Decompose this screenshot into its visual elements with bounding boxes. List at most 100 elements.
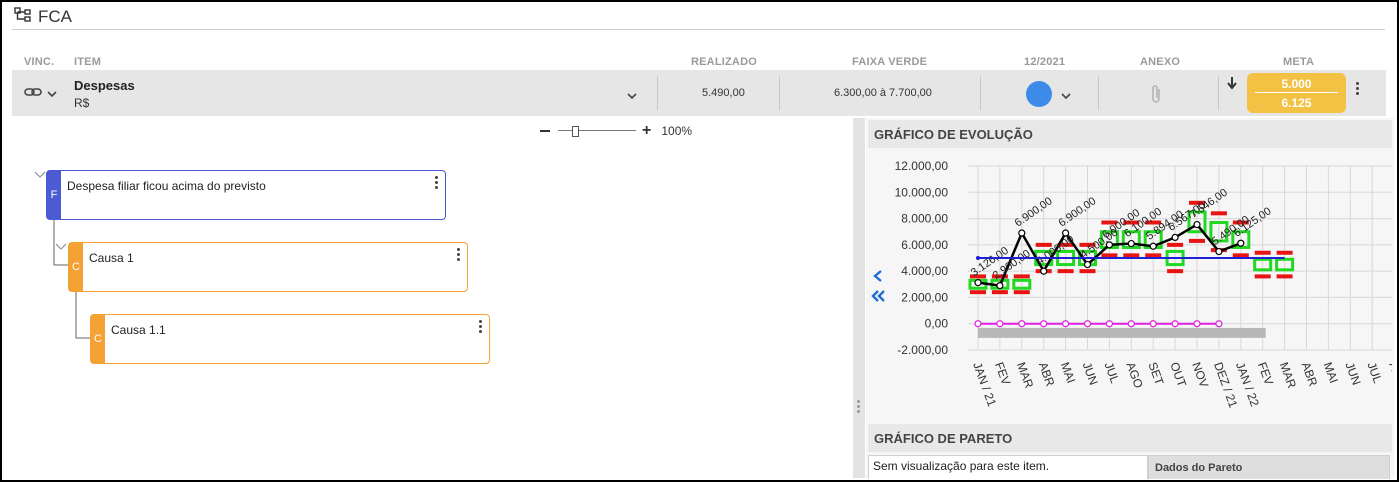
title-divider — [12, 29, 1385, 30]
node-more-icon[interactable] — [435, 176, 439, 191]
meta-target-top: 5.000 — [1281, 77, 1312, 91]
red-limit-mark — [1079, 269, 1096, 274]
row-separator — [980, 76, 981, 110]
data-point — [1237, 239, 1245, 247]
data-point — [1171, 233, 1179, 242]
data-point — [1193, 220, 1201, 229]
node-label: Causa 1.1 — [111, 323, 166, 337]
zoom-slider[interactable] — [558, 126, 636, 137]
row-separator — [657, 76, 658, 110]
data-point — [1083, 320, 1092, 328]
x-tick-label: JUL — [1364, 360, 1385, 385]
data-point — [996, 320, 1004, 328]
node-more-icon[interactable] — [457, 248, 461, 263]
pareto-data-header: Dados do Pareto — [1155, 462, 1243, 474]
red-limit-mark — [1254, 274, 1271, 279]
red-limit-mark — [1254, 250, 1271, 255]
data-point — [1062, 320, 1070, 328]
zoom-level: 100% — [661, 124, 693, 138]
y-tick-label: -2.000,00 — [897, 343, 948, 357]
item-expand-chevron-icon[interactable] — [626, 88, 638, 106]
y-tick-label: 4.000,00 — [901, 264, 948, 278]
title-bar: FCA — [14, 6, 72, 28]
red-limit-mark — [970, 290, 986, 295]
header-anexo: ANEXO — [1140, 56, 1181, 68]
row-more-icon[interactable] — [1356, 82, 1360, 97]
evolution-title: GRÁFICO DE EVOLUÇÃO — [874, 127, 1033, 142]
paperclip-icon[interactable] — [1150, 83, 1162, 110]
red-limit-mark — [1057, 269, 1074, 274]
link-icon[interactable] — [24, 85, 42, 104]
realizado-value: 5.490,00 — [702, 87, 745, 99]
chevron-down-icon[interactable] — [46, 86, 58, 104]
red-limit-mark — [1210, 211, 1227, 216]
y-tick-label: 6.000,00 — [901, 238, 948, 252]
row-separator — [779, 76, 780, 110]
splitter-handle-icon[interactable] — [857, 400, 861, 415]
data-point — [1105, 320, 1113, 328]
status-chevron-icon[interactable] — [1060, 88, 1072, 106]
item-name: Despesas — [74, 78, 135, 93]
data-point — [1193, 320, 1201, 328]
node-label: Despesa filiar ficou acima do previsto — [67, 179, 266, 193]
red-limit-mark — [1013, 290, 1030, 295]
data-point — [974, 320, 982, 328]
red-limit-mark — [1167, 269, 1184, 274]
zoom-control: + 100% — [540, 122, 692, 140]
data-point — [1149, 242, 1157, 250]
data-point — [1083, 260, 1092, 269]
red-limit-mark — [1101, 253, 1118, 258]
y-tick-label: 2.000,00 — [901, 290, 948, 304]
red-limit-mark — [1145, 253, 1162, 258]
data-point — [1018, 320, 1026, 328]
header-vinc: VINC. — [24, 56, 55, 68]
node-more-icon[interactable] — [479, 320, 483, 335]
red-limit-mark — [1276, 274, 1293, 279]
data-point — [1040, 320, 1048, 328]
tree-node-cause[interactable]: C Causa 1 — [68, 242, 468, 292]
status-indicator[interactable] — [1026, 81, 1052, 107]
pareto-title: GRÁFICO DE PARETO — [874, 431, 1013, 446]
row-separator — [1098, 76, 1099, 110]
page-title: FCA — [38, 7, 72, 26]
data-label: 6.900,00 — [1013, 195, 1055, 229]
x-tick-label: AGO — [1123, 360, 1145, 390]
header-period: 12/2021 — [1024, 56, 1066, 68]
x-tick-label: SET — [1145, 360, 1166, 387]
zoom-out-icon[interactable] — [540, 130, 550, 132]
arrow-down-icon — [1226, 76, 1238, 95]
meta-divider — [1255, 92, 1338, 93]
data-point — [1018, 229, 1026, 237]
pareto-data-panel: Dados do Pareto — [1148, 455, 1390, 479]
y-tick-label: 12.000,00 — [895, 159, 949, 173]
x-tick-label: FEV — [992, 360, 1013, 387]
header-meta: META — [1283, 56, 1315, 68]
tree-node-fact[interactable]: F Despesa filiar ficou acima do previsto — [46, 170, 446, 220]
red-limit-mark — [1123, 253, 1140, 258]
data-point — [1171, 320, 1179, 328]
node-type-tag: C — [69, 243, 83, 291]
zoom-slider-handle[interactable] — [572, 126, 579, 137]
data-label: 6.900,00 — [1056, 195, 1098, 229]
x-tick-label: JUN — [1342, 360, 1363, 387]
red-limit-mark — [1167, 242, 1184, 247]
zoom-in-icon[interactable]: + — [642, 122, 651, 140]
red-limit-mark — [991, 290, 1008, 295]
panel-splitter[interactable] — [853, 118, 865, 478]
data-point — [1040, 267, 1048, 275]
x-tick-label: A — [1386, 360, 1392, 372]
node-label: Causa 1 — [89, 251, 134, 265]
data-point — [996, 282, 1004, 290]
data-point — [1149, 320, 1157, 328]
row-separator — [1218, 76, 1219, 110]
data-point — [1127, 320, 1135, 328]
item-row[interactable]: Despesas R$ 5.490,00 6.300,00 à 7.700,00… — [12, 70, 1386, 116]
meta-badge[interactable]: 5.000 6.125 — [1247, 73, 1346, 113]
hierarchy-icon — [14, 6, 32, 28]
red-limit-mark — [1189, 238, 1205, 243]
x-tick-label: MAI — [1058, 360, 1078, 385]
x-tick-label: FEV — [1255, 360, 1276, 387]
y-tick-label: 0,00 — [925, 317, 949, 331]
header-item: ITEM — [74, 56, 102, 68]
tree-node-subcause[interactable]: C Causa 1.1 — [90, 314, 490, 364]
